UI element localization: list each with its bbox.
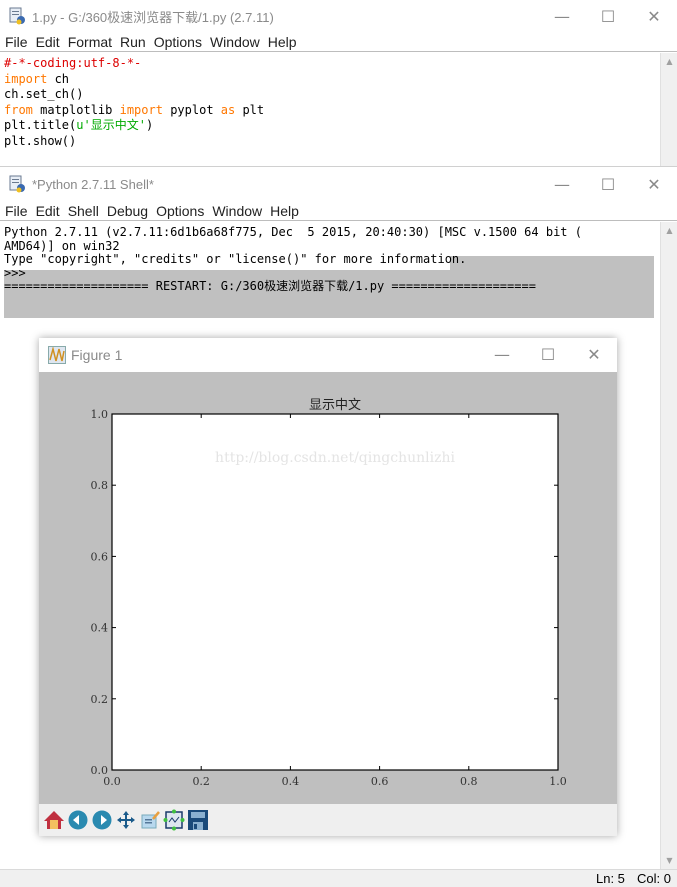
status-bar: Ln: 5 Col: 0 — [0, 869, 677, 887]
pan-arrows-icon — [116, 811, 135, 829]
editor-title-bar[interactable]: 1.py - G:/360极速浏览器下载/1.py (2.7.11) — ☐ ✕ — [0, 0, 677, 32]
code-editor[interactable]: #-*-coding:utf-8-*- import ch ch.set_ch(… — [4, 56, 264, 149]
python-idle-icon — [8, 7, 26, 25]
shell-scrollbar[interactable]: ▲ ▼ — [660, 222, 677, 869]
divider — [0, 166, 677, 167]
scroll-up-icon[interactable]: ▲ — [661, 222, 677, 239]
save-floppy-icon — [187, 810, 208, 830]
close-button[interactable]: ✕ — [631, 0, 677, 32]
back-arrow-icon — [68, 810, 87, 830]
y-tick-label: 1.0 — [91, 408, 109, 421]
shell-menu-shell[interactable]: Shell — [68, 203, 99, 219]
shell-maximize-button[interactable]: ☐ — [585, 168, 631, 200]
menu-help[interactable]: Help — [268, 34, 297, 50]
scroll-up-icon[interactable]: ▲ — [661, 53, 677, 70]
chart: 显示中文 http://blog.csdn.net/qingchunlizhi … — [91, 398, 567, 788]
editor-menubar: File Edit Format Run Options Window Help — [0, 32, 677, 52]
back-button[interactable] — [66, 808, 89, 833]
figure-maximize-button[interactable]: ☐ — [525, 338, 571, 370]
home-button[interactable] — [42, 808, 65, 833]
chart-title: 显示中文 — [309, 398, 361, 413]
x-tick-label: 0.4 — [282, 775, 300, 788]
forward-button[interactable] — [90, 808, 113, 833]
y-tick-label: 0.2 — [91, 693, 109, 706]
python-shell-icon — [8, 175, 26, 193]
shell-menu-window[interactable]: Window — [212, 203, 262, 219]
forward-arrow-icon — [92, 810, 111, 830]
shell-minimize-button[interactable]: — — [539, 168, 585, 200]
figure-toolbar — [39, 804, 617, 836]
plot-area — [111, 413, 559, 771]
figure-window: Figure 1 — ☐ ✕ 显示中文 http://blog.csdn.net… — [39, 338, 617, 836]
y-tick-label: 0.0 — [91, 764, 109, 777]
shell-menubar: File Edit Shell Debug Options Window Hel… — [0, 201, 677, 221]
zoom-rect-button[interactable] — [162, 808, 185, 833]
y-tick-label: 0.4 — [91, 622, 109, 635]
editor-title: 1.py - G:/360极速浏览器下载/1.py (2.7.11) — [32, 9, 274, 25]
save-button[interactable] — [186, 808, 209, 833]
figure-title: Figure 1 — [71, 347, 123, 363]
menu-window[interactable]: Window — [210, 34, 260, 50]
shell-menu-options[interactable]: Options — [156, 203, 204, 219]
matplotlib-icon — [48, 346, 66, 364]
figure-minimize-button[interactable]: — — [479, 338, 525, 370]
figure-close-button[interactable]: ✕ — [571, 338, 617, 370]
x-tick-label: 0.8 — [460, 775, 478, 788]
menu-options[interactable]: Options — [154, 34, 202, 50]
shell-menu-edit[interactable]: Edit — [36, 203, 60, 219]
shell-close-button[interactable]: ✕ — [631, 168, 677, 200]
menu-file[interactable]: File — [5, 34, 28, 50]
shell-menu-debug[interactable]: Debug — [107, 203, 148, 219]
x-tick-label: 0.6 — [371, 775, 389, 788]
menu-format[interactable]: Format — [68, 34, 112, 50]
menu-edit[interactable]: Edit — [36, 34, 60, 50]
figure-title-bar[interactable]: Figure 1 — ☐ ✕ — [39, 338, 617, 372]
shell-title: *Python 2.7.11 Shell* — [32, 176, 154, 192]
shell-menu-help[interactable]: Help — [270, 203, 299, 219]
y-tick-label: 0.6 — [91, 550, 109, 563]
maximize-button[interactable]: ☐ — [585, 0, 631, 32]
column-number: Col: 0 — [637, 871, 671, 886]
x-tick-label: 0.2 — [192, 775, 210, 788]
x-tick-label: 1.0 — [549, 775, 567, 788]
shell-title-bar[interactable]: *Python 2.7.11 Shell* — ☐ ✕ — [0, 168, 677, 200]
configure-subplots-button[interactable] — [138, 808, 161, 833]
menu-run[interactable]: Run — [120, 34, 146, 50]
shell-menu-file[interactable]: File — [5, 203, 28, 219]
subplots-icon — [141, 811, 160, 829]
watermark: http://blog.csdn.net/qingchunlizhi — [215, 450, 455, 466]
zoom-rect-icon — [163, 809, 184, 831]
home-icon — [43, 811, 64, 829]
shell-output[interactable]: Python 2.7.11 (v2.7.11:6d1b6a68f775, Dec… — [4, 225, 582, 294]
editor-scrollbar[interactable]: ▲ — [660, 53, 677, 166]
scroll-down-icon[interactable]: ▼ — [661, 852, 677, 869]
y-tick-label: 0.8 — [91, 479, 109, 492]
line-number: Ln: 5 — [596, 871, 625, 886]
figure-canvas[interactable]: 显示中文 http://blog.csdn.net/qingchunlizhi … — [39, 372, 617, 804]
minimize-button[interactable]: — — [539, 0, 585, 32]
pan-button[interactable] — [114, 808, 137, 833]
